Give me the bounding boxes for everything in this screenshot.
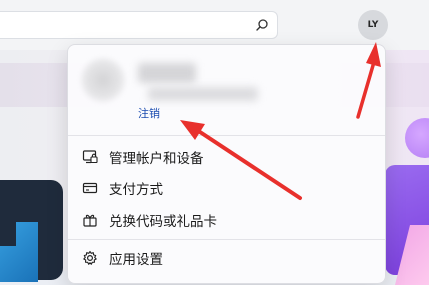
search-box[interactable] xyxy=(0,11,278,39)
search-icon[interactable] xyxy=(255,18,269,32)
menu-item-redeem-code[interactable]: 兑换代码或礼品卡 xyxy=(68,205,385,235)
blurred-account-name xyxy=(138,63,196,83)
account-flyout: 注销 管理帐户和设备 支付方式 兑换代码或礼品卡 应用设置 xyxy=(67,44,386,284)
profile-photo xyxy=(80,57,126,103)
menu-item-label: 兑换代码或礼品卡 xyxy=(109,214,217,230)
menu-item-label: 应用设置 xyxy=(109,252,163,268)
divider xyxy=(68,239,385,240)
gear-icon xyxy=(81,249,99,267)
menu-item-payment-options[interactable]: 支付方式 xyxy=(68,173,385,203)
menu-item-manage-account[interactable]: 管理帐户和设备 xyxy=(68,142,385,172)
menu-item-label: 支付方式 xyxy=(109,182,163,198)
sign-out-link[interactable]: 注销 xyxy=(136,106,162,122)
app-tile-left xyxy=(0,180,63,280)
menu-item-label: 管理帐户和设备 xyxy=(109,151,204,167)
credit-card-icon xyxy=(81,179,99,197)
top-bar: LY xyxy=(0,0,429,50)
device-lock-icon xyxy=(81,148,99,166)
avatar[interactable]: LY xyxy=(358,10,388,40)
blurred-account-email xyxy=(148,87,258,101)
divider xyxy=(68,135,385,136)
search-input[interactable] xyxy=(0,12,250,38)
menu-item-app-settings[interactable]: 应用设置 xyxy=(68,243,385,273)
gift-icon xyxy=(81,211,99,229)
